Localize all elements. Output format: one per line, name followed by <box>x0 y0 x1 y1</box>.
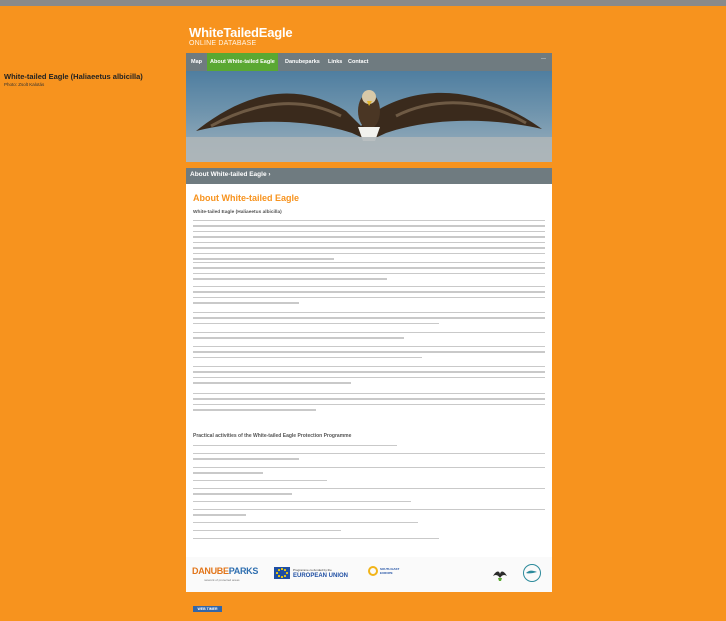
activity-item <box>193 509 545 520</box>
nav-item-danubeparks[interactable]: Danubeparks <box>282 53 323 71</box>
activity-item <box>193 467 545 478</box>
nav-item-map[interactable]: Map <box>188 53 205 71</box>
eu-text-small: Programme co-funded by the <box>293 568 332 572</box>
eu-flag-icon[interactable] <box>274 567 290 579</box>
nav-item-about[interactable]: About White-tailed Eagle <box>207 53 278 71</box>
danubeparks-logo[interactable]: DANUBEPARKS <box>192 566 258 576</box>
section-title[interactable]: About White-tailed Eagle › <box>190 171 271 178</box>
activity-item <box>193 522 545 527</box>
article-paragraph <box>193 312 545 328</box>
article-paragraph <box>193 262 545 284</box>
article-paragraph <box>193 346 545 362</box>
danubeparks-logo-tail: PARKS <box>228 566 259 576</box>
activity-item <box>193 538 545 543</box>
activity-item <box>193 488 545 499</box>
nav-item-contact[interactable]: Contact <box>345 53 371 71</box>
article-paragraph <box>193 332 545 343</box>
web-timer-badge[interactable]: WEB TIMER <box>193 606 222 612</box>
article-heading: About White-tailed Eagle <box>193 193 300 203</box>
partner-round-logo-icon[interactable] <box>523 564 541 582</box>
eagle-logo-icon[interactable] <box>492 568 508 582</box>
bird-icon <box>526 570 537 574</box>
programme-heading: Practical activities of the White-tailed… <box>193 433 352 439</box>
south-east-europe-logo-icon[interactable] <box>368 566 378 576</box>
hero-caption-bar <box>186 137 552 162</box>
hero-credit: Photo: Zsolt Kalotás <box>4 82 45 87</box>
activity-item <box>193 530 545 535</box>
article-paragraph <box>193 220 545 264</box>
article-paragraph <box>193 286 545 308</box>
danubeparks-logo-sub: network of protected areas <box>204 578 240 582</box>
hero-title: White-tailed Eagle (Haliaeetus albicilla… <box>4 72 143 81</box>
hero-image <box>186 71 552 162</box>
scientific-name: White-tailed Eagle (Haliaeetus albicilla… <box>193 210 282 215</box>
article-paragraph <box>193 393 545 415</box>
eu-text-main: EUROPEAN UNION <box>293 573 349 579</box>
activity-item <box>193 453 545 464</box>
browser-top-bar <box>0 0 726 6</box>
activity-item <box>193 480 545 485</box>
site-subtitle: ONLINE DATABASE <box>189 40 257 47</box>
nav-decoration <box>541 58 546 59</box>
site-title[interactable]: WhiteTailedEagle <box>189 25 293 40</box>
main-nav: Map About White-tailed Eagle Danubeparks… <box>186 53 552 71</box>
nav-item-links[interactable]: Links <box>325 53 345 71</box>
activity-item <box>193 445 545 450</box>
activity-item <box>193 501 545 506</box>
danubeparks-logo-main: DANUBE <box>192 566 229 576</box>
article-paragraph <box>193 366 545 388</box>
south-east-europe-text: SOUTH EAST EUROPE <box>380 567 400 575</box>
